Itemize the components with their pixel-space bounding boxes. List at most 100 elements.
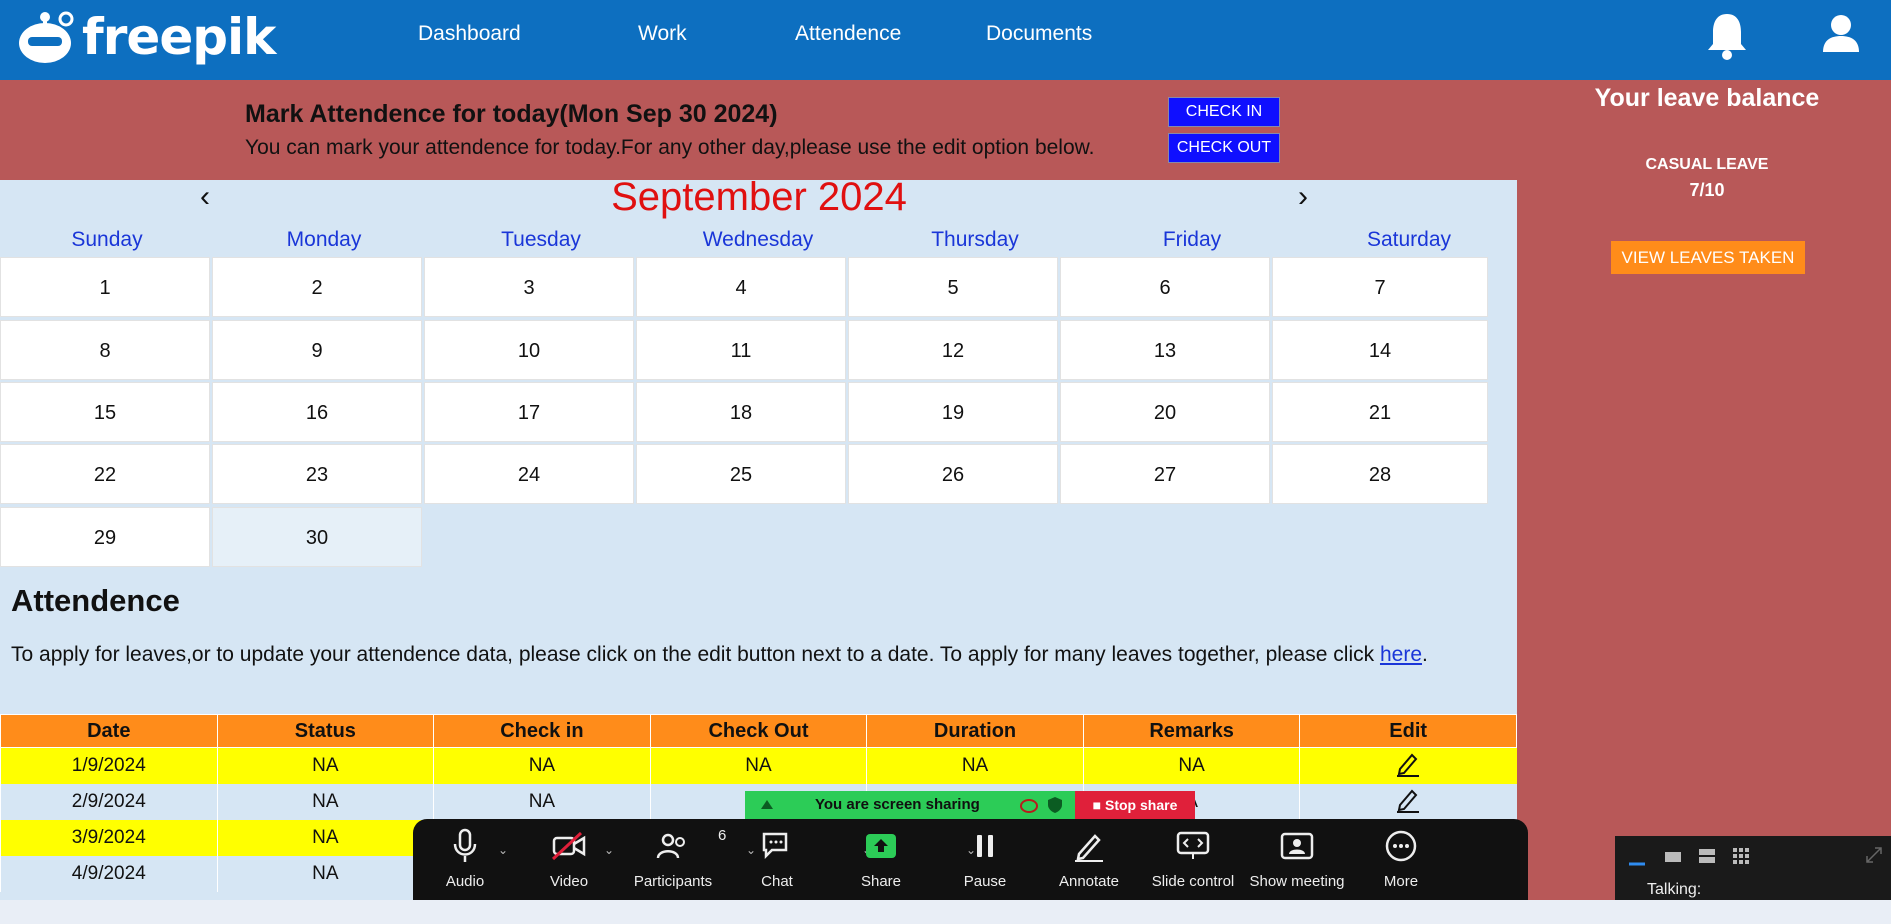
calendar-day[interactable]: 1 [0,257,210,317]
calendar-day[interactable]: 9 [212,320,422,380]
calendar-day[interactable]: 19 [848,382,1058,442]
check-out-button[interactable]: CHECK OUT [1168,133,1280,163]
view-leaves-taken-button[interactable]: VIEW LEAVES TAKEN [1611,241,1805,274]
calendar-month-title: September 2024 [611,175,907,219]
windows-taskbar [0,900,1891,924]
share-status-icon [761,800,773,809]
freepik-logo[interactable]: freepik [14,2,276,72]
calendar-day[interactable]: 26 [848,444,1058,504]
stop-square-icon: ■ [1092,797,1105,813]
column-header: Check in [433,714,651,748]
casual-leave-value: 7/10 [1689,180,1725,200]
calendar-day[interactable]: 16 [212,382,422,442]
microphone-icon [453,828,477,862]
edit-cell [1299,747,1517,784]
prev-month-icon[interactable]: ‹ [200,180,210,214]
apply-leaves-link[interactable]: here [1380,643,1422,666]
calendar-day[interactable]: 27 [1060,444,1270,504]
video-options-chevron-icon[interactable]: ⌄ [604,843,614,857]
attendance-description: To apply for leaves,or to update your at… [11,643,1428,666]
next-month-icon[interactable]: › [1298,180,1308,214]
calendar-day[interactable]: 10 [424,320,634,380]
mark-attendance-title: Mark Attendence for today(Mon Sep 30 202… [245,100,778,128]
screen-sharing-text: You are screen sharing [815,796,980,813]
audio-label: Audio [445,873,485,890]
annotate-control[interactable]: Annotate [1037,827,1141,890]
slide-control-icon [1176,831,1210,859]
share-control[interactable]: Share [829,827,933,890]
slide-control[interactable]: Slide control [1141,827,1245,890]
calendar-day[interactable]: 17 [424,382,634,442]
table-cell: NA [216,856,434,892]
calendar-day[interactable]: 18 [636,382,846,442]
participants-icon [656,833,685,859]
calendar-day[interactable]: 6 [1060,257,1270,317]
video-control[interactable]: Video [517,827,621,890]
pencil-icon[interactable] [1394,785,1422,813]
audio-control[interactable]: Audio [413,827,517,890]
nav-documents[interactable]: Documents [986,22,1092,46]
weekday-sunday: Sunday [71,228,143,251]
calendar-day[interactable]: 22 [0,444,210,504]
calendar-day[interactable]: 23 [212,444,422,504]
expand-icon[interactable] [1865,846,1883,864]
more-label: More [1383,873,1419,890]
calendar-day[interactable]: 25 [636,444,846,504]
stop-share-button[interactable]: ■ Stop share [1075,791,1195,819]
more-icon [1385,830,1417,862]
mark-attendance-panel [0,80,1517,180]
table-cell: 2/9/2024 [0,784,218,820]
view-layout-icons[interactable] [1627,846,1767,868]
participants-control[interactable]: Participants [621,827,725,890]
bell-icon[interactable] [1705,10,1749,60]
more-control[interactable]: More [1349,827,1453,890]
calendar-day[interactable]: 5 [848,257,1058,317]
calendar-day[interactable]: 14 [1272,320,1488,380]
nav-dashboard[interactable]: Dashboard [418,22,521,46]
calendar-day[interactable]: 3 [424,257,634,317]
column-header: Edit [1299,714,1517,748]
calendar-day[interactable]: 8 [0,320,210,380]
leave-balance-panel [1517,80,1891,900]
weekday-wednesday: Wednesday [702,228,814,251]
chat-label: Chat [761,873,793,890]
calendar-day[interactable]: 29 [0,507,210,567]
video-label: Video [549,873,589,890]
calendar-day-today[interactable]: 30 [212,507,422,567]
nav-attendence[interactable]: Attendence [795,22,901,46]
column-header: Remarks [1082,714,1301,748]
stop-share-label: Stop share [1105,797,1178,813]
chat-control[interactable]: Chat [725,827,829,890]
calendar-day[interactable]: 21 [1272,382,1488,442]
calendar-day[interactable]: 13 [1060,320,1270,380]
audio-options-chevron-icon[interactable]: ⌄ [498,843,508,857]
nav-work[interactable]: Work [638,22,687,46]
calendar-day[interactable]: 11 [636,320,846,380]
pencil-icon[interactable] [1394,749,1422,777]
share-label: Share [860,873,902,890]
participants-label: Participants [633,873,713,890]
user-icon[interactable] [1822,14,1860,54]
calendar-day[interactable]: 4 [636,257,846,317]
check-in-button[interactable]: CHECK IN [1168,97,1280,127]
calendar-day[interactable]: 20 [1060,382,1270,442]
edit-cell [1299,784,1517,820]
column-header: Duration [866,714,1084,748]
share-screen-icon [866,834,896,858]
screen-sharing-banner: You are screen sharing [745,791,1075,819]
calendar-day[interactable]: 2 [212,257,422,317]
weekday-saturday: Saturday [1366,228,1452,251]
table-row: 1/9/2024 NA NA NA NA NA [0,747,1517,784]
weekday-monday: Monday [286,228,362,251]
table-cell: NA [216,820,434,856]
show-meeting-control[interactable]: Show meeting [1245,827,1349,890]
table-cell: NA [433,784,651,820]
calendar-day[interactable]: 15 [0,382,210,442]
attendance-heading: Attendence [11,583,180,618]
casual-leave-label: CASUAL LEAVE [1645,156,1769,173]
pause-control[interactable]: Pause [933,827,1037,890]
calendar-day[interactable]: 7 [1272,257,1488,317]
calendar-day[interactable]: 12 [848,320,1058,380]
calendar-day[interactable]: 24 [424,444,634,504]
calendar-day[interactable]: 28 [1272,444,1488,504]
